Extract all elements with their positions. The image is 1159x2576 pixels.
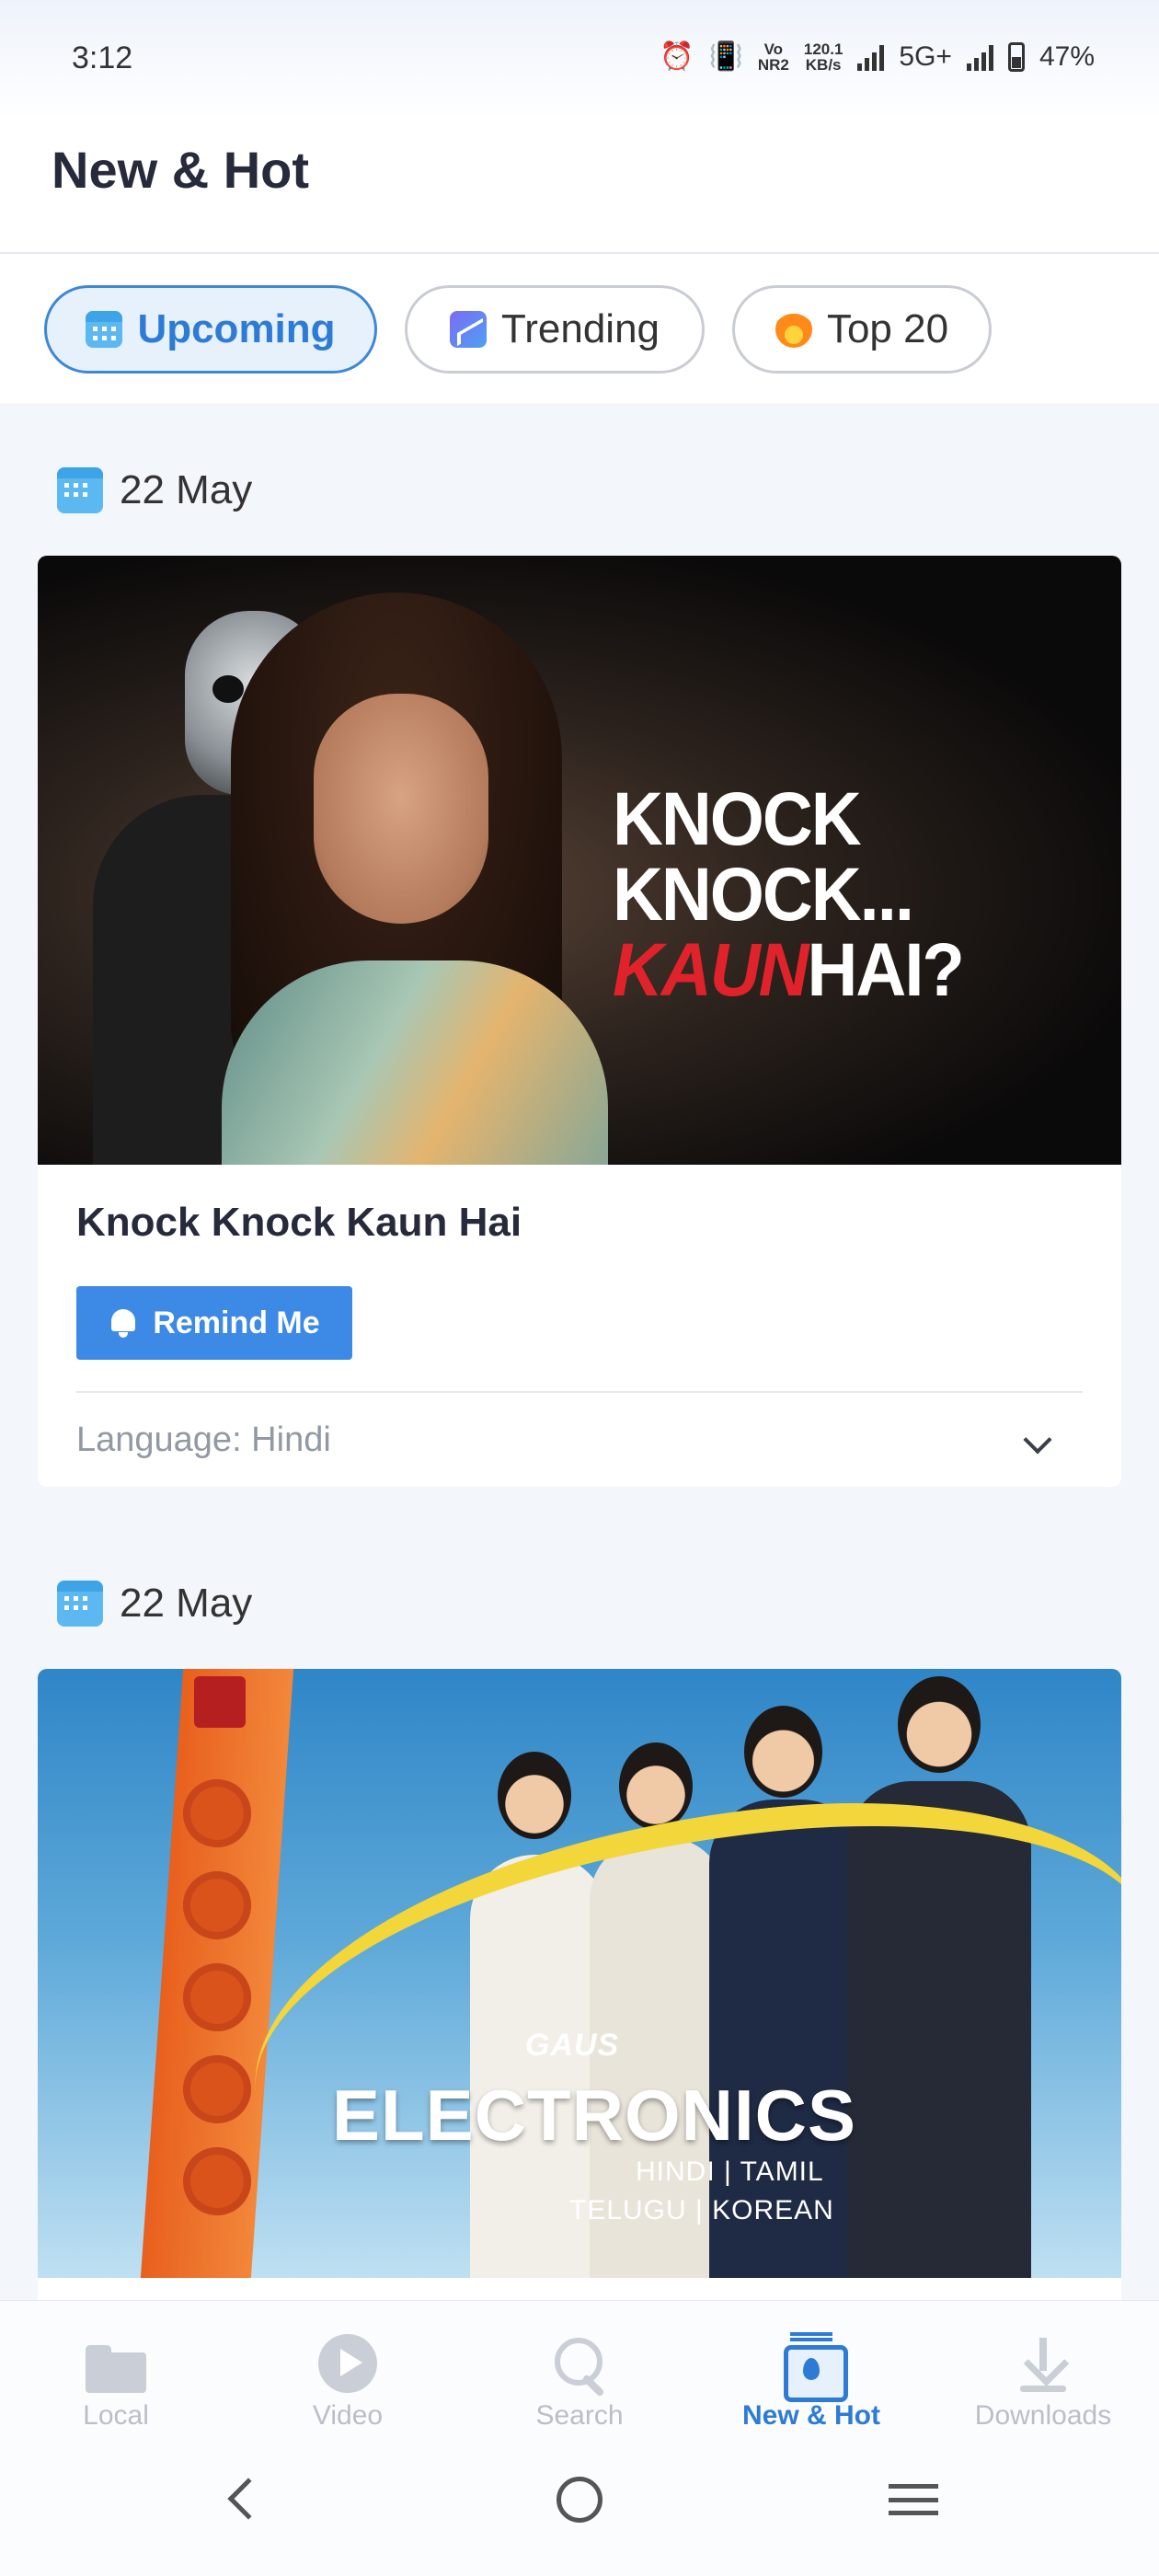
calendar-icon [86, 311, 123, 348]
poster-image[interactable]: GAUS ELECTRONICS HINDI | TAMIL TELUGU | … [38, 1669, 1121, 2278]
signal-icon [857, 43, 885, 71]
feed[interactable]: 22 May KNOCK KNOCK... KAUNHAI? Knock Kno… [0, 403, 1159, 2300]
battery-icon [1007, 41, 1025, 72]
recents-icon[interactable] [889, 2484, 938, 2515]
tab-upcoming[interactable]: Upcoming [44, 285, 377, 374]
remind-label: Remind Me [153, 1305, 320, 1340]
new-hot-icon [779, 2332, 848, 2402]
app-header: New & Hot [0, 120, 1159, 254]
fire-icon [775, 311, 812, 348]
release-date: 22 May [57, 467, 252, 513]
nav-downloads[interactable]: Downloads [951, 2301, 1135, 2431]
vibrate-icon: 📳 [708, 41, 743, 72]
calendar-icon [57, 467, 103, 513]
title-card[interactable]: GAUS ELECTRONICS HINDI | TAMIL TELUGU | … [38, 1669, 1121, 2300]
filter-tabs: Upcoming Trending Top 20 [0, 254, 1159, 403]
chevron-down-icon[interactable] [1023, 1425, 1052, 1455]
title-card[interactable]: KNOCK KNOCK... KAUNHAI? Knock Knock Kaun… [38, 556, 1121, 1487]
alarm-icon: ⏰ [660, 41, 694, 72]
nav-new-hot[interactable]: New & Hot [719, 2301, 903, 2431]
date-label: 22 May [120, 1581, 253, 1626]
play-icon [316, 2334, 380, 2393]
nav-search[interactable]: Search [488, 2301, 671, 2431]
page-title: New & Hot [52, 141, 309, 199]
status-icons: ⏰ 📳 Vo NR2 120.1 KB/s 5G+ 47% [660, 40, 1095, 73]
trending-icon [449, 311, 487, 348]
nav-video[interactable]: Video [256, 2301, 440, 2431]
volte-indicator: Vo NR2 [757, 40, 789, 74]
back-icon[interactable] [227, 2478, 270, 2520]
poster-title: ELECTRONICS [332, 2075, 857, 2156]
signal-2-icon [966, 43, 993, 71]
network-type: 5G+ [899, 40, 952, 72]
download-icon [1011, 2338, 1075, 2393]
tab-label: Trending [500, 306, 660, 351]
tab-trending[interactable]: Trending [405, 285, 705, 374]
system-nav-bar [0, 2429, 1159, 2576]
bottom-nav: Local Video Search New & Hot Downloads [0, 2300, 1159, 2431]
tab-top-20[interactable]: Top 20 [732, 285, 992, 374]
bell-icon [109, 1307, 138, 1339]
divider [76, 1391, 1083, 1393]
search-icon [547, 2338, 612, 2393]
status-time: 3:12 [72, 40, 133, 75]
tab-label: Upcoming [137, 306, 336, 351]
actor-face [314, 694, 488, 924]
card-title: Knock Knock Kaun Hai [76, 1200, 522, 1245]
remind-me-button[interactable]: Remind Me [76, 1286, 352, 1360]
tab-label: Top 20 [826, 306, 949, 351]
language-info: Language: Hindi [76, 1420, 331, 1459]
release-date: 22 May [57, 1581, 252, 1627]
nav-local[interactable]: Local [24, 2301, 208, 2431]
date-label: 22 May [120, 467, 253, 512]
network-speed: 120.1 KB/s [803, 40, 843, 74]
poster-title: KNOCK KNOCK... KAUNHAI? [613, 776, 965, 1013]
home-icon[interactable] [557, 2477, 602, 2523]
poster-image[interactable]: KNOCK KNOCK... KAUNHAI? [38, 556, 1121, 1165]
folder-icon [84, 2338, 148, 2393]
battery-level: 47% [1039, 40, 1095, 72]
calendar-icon [57, 1581, 103, 1627]
status-bar: 3:12 ⏰ 📳 Vo NR2 120.1 KB/s 5G+ 47% [0, 0, 1159, 120]
